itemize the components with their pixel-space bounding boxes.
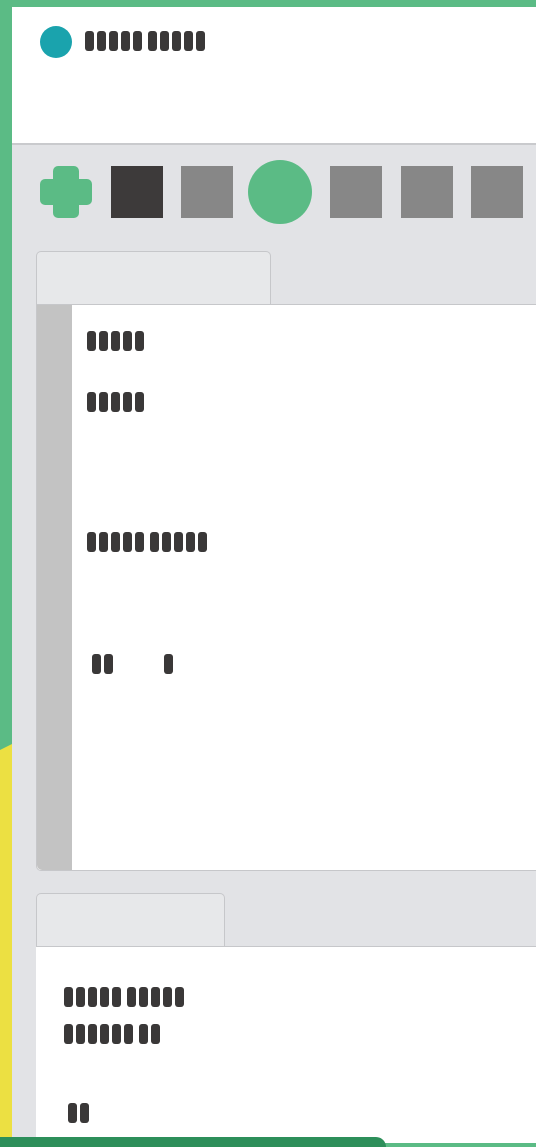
redacted-glyph	[76, 987, 85, 1007]
toolbar	[12, 145, 536, 245]
redacted-glyph	[162, 532, 171, 552]
redacted-glyph	[99, 331, 108, 351]
square-gray-icon[interactable]	[401, 166, 453, 218]
panel2-tab[interactable]	[36, 893, 225, 947]
redacted-glyph	[80, 1103, 89, 1123]
redacted-glyph	[123, 392, 132, 412]
redacted-glyph	[111, 392, 120, 412]
redacted-glyph	[151, 987, 160, 1007]
redacted-glyph	[127, 987, 136, 1007]
redacted-glyph	[174, 532, 183, 552]
redacted-glyph	[164, 654, 173, 674]
redacted-glyph	[186, 532, 195, 552]
status-dot-icon	[40, 26, 72, 58]
redacted-glyph	[92, 654, 101, 674]
redacted-glyph	[123, 532, 132, 552]
square-dark-icon[interactable]	[111, 166, 163, 218]
window-title: ▮▮▮▮▮ ▮▮▮▮▮	[85, 31, 211, 51]
panel1-gutter	[37, 305, 72, 870]
redacted-glyph	[109, 31, 118, 51]
redacted-glyph	[64, 987, 73, 1007]
redacted-glyph	[99, 532, 108, 552]
redacted-glyph	[76, 1024, 85, 1044]
redacted-glyph	[160, 31, 169, 51]
redacted-glyph	[124, 1024, 133, 1044]
redacted-glyph	[123, 331, 132, 351]
redacted-glyph	[163, 987, 172, 1007]
redacted-glyph	[100, 1024, 109, 1044]
plus-icon[interactable]	[40, 166, 92, 218]
redacted-glyph	[196, 31, 205, 51]
redacted-glyph	[112, 1024, 121, 1044]
panel2-line: ▮▮▮▮▮ ▮▮▮▮▮	[64, 987, 190, 1007]
panel2-line: ▮▮▮▮▮▮ ▮▮	[64, 1024, 166, 1044]
square-gray-icon[interactable]	[181, 166, 233, 218]
redacted-glyph	[175, 987, 184, 1007]
bottom-accent-bar	[0, 1137, 386, 1147]
redacted-glyph	[121, 31, 130, 51]
circle-icon[interactable]	[248, 160, 312, 224]
redacted-glyph	[111, 532, 120, 552]
redacted-glyph	[88, 1024, 97, 1044]
square-gray-icon[interactable]	[330, 166, 382, 218]
redacted-glyph	[64, 1024, 73, 1044]
panel1-content: ▮▮▮▮▮ ▮▮▮▮▮ ▮▮▮▮▮ ▮▮▮▮▮ ▮▮ ▮	[36, 304, 536, 871]
panel2-content: ▮▮▮▮▮ ▮▮▮▮▮ ▮▮▮▮▮▮ ▮▮ ▮▮	[36, 946, 536, 1143]
redacted-glyph	[87, 392, 96, 412]
square-gray-icon[interactable]	[471, 166, 523, 218]
panel1-line: ▮▮ ▮	[92, 654, 179, 674]
redacted-glyph	[87, 331, 96, 351]
redacted-glyph	[151, 1024, 160, 1044]
redacted-glyph	[100, 987, 109, 1007]
redacted-glyph	[148, 31, 157, 51]
app-window: ▮▮▮▮▮ ▮▮▮▮▮ ▮▮▮▮▮ ▮▮▮▮▮ ▮▮▮▮▮ ▮▮▮▮▮	[12, 7, 536, 1143]
redacted-glyph	[99, 392, 108, 412]
redacted-glyph	[87, 532, 96, 552]
panel1-tab[interactable]	[36, 251, 271, 305]
redacted-glyph	[139, 1024, 148, 1044]
redacted-glyph	[135, 331, 144, 351]
title-bar: ▮▮▮▮▮ ▮▮▮▮▮	[12, 7, 536, 145]
panel1-line: ▮▮▮▮▮	[87, 392, 150, 412]
redacted-glyph	[112, 987, 121, 1007]
redacted-glyph	[104, 654, 113, 674]
redacted-glyph	[97, 31, 106, 51]
redacted-glyph	[172, 31, 181, 51]
panel1-line: ▮▮▮▮▮	[87, 331, 150, 351]
redacted-glyph	[198, 532, 207, 552]
redacted-glyph	[135, 392, 144, 412]
redacted-glyph	[88, 987, 97, 1007]
redacted-glyph	[111, 331, 120, 351]
redacted-glyph	[85, 31, 94, 51]
panel1-line: ▮▮▮▮▮ ▮▮▮▮▮	[87, 532, 213, 552]
redacted-glyph	[135, 532, 144, 552]
redacted-glyph	[150, 532, 159, 552]
redacted-glyph	[139, 987, 148, 1007]
redacted-glyph	[68, 1103, 77, 1123]
redacted-glyph	[133, 31, 142, 51]
redacted-glyph	[184, 31, 193, 51]
panel2-line: ▮▮	[68, 1103, 95, 1123]
